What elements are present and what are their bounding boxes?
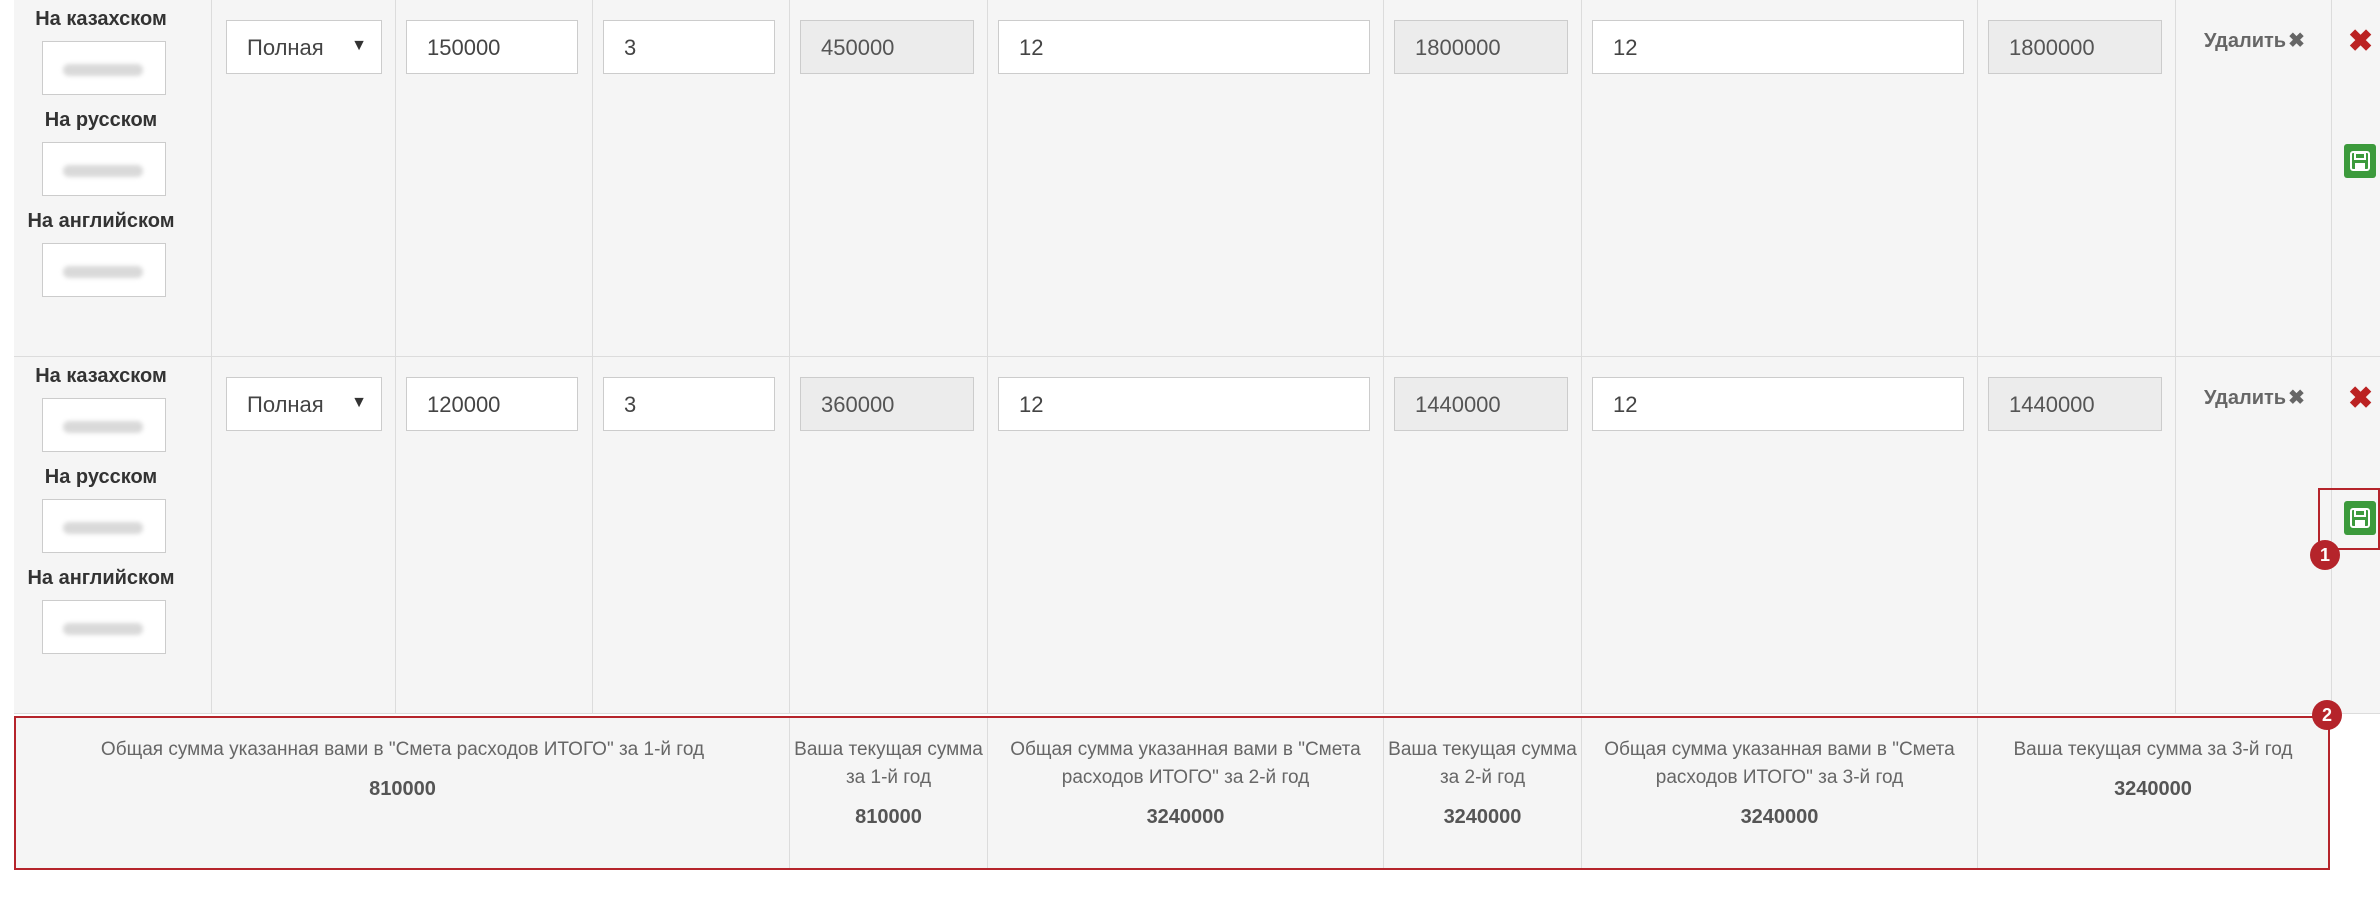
russian-label: На русском xyxy=(44,109,158,131)
year2-current-cell: Ваша текущая сумма за 2-й год 3240000 xyxy=(1384,718,1582,868)
russian-label: На русском xyxy=(44,466,158,488)
remove-row-icon[interactable]: ✖ xyxy=(2348,381,2373,416)
year1-declared-value: 810000 xyxy=(369,778,436,800)
quantity-input[interactable]: 3 xyxy=(603,20,775,74)
type-cell: Полная ▼ xyxy=(212,0,396,356)
year3-total-cell: 1440000 xyxy=(1978,357,2176,713)
table-row: На казахском На русском На английском По… xyxy=(14,0,2380,357)
save-button[interactable] xyxy=(2344,144,2376,178)
translations-cell: На казахском На русском На английском xyxy=(14,0,212,356)
type-cell: Полная ▼ xyxy=(212,357,396,713)
floppy-disk-icon xyxy=(2350,151,2370,171)
type-select-value: Полная xyxy=(247,35,324,60)
english-label: На английском xyxy=(27,567,175,589)
year3-months-input[interactable]: 12 xyxy=(1592,377,1964,431)
year1-total-field: 360000 xyxy=(800,377,974,431)
price-cell: 120000 xyxy=(396,357,593,713)
close-icon: ✖ xyxy=(2288,387,2305,409)
year3-total-cell: 1800000 xyxy=(1978,0,2176,356)
kazakh-label: На казахском xyxy=(35,8,167,30)
type-select-value: Полная xyxy=(247,392,324,417)
year2-declared-value: 3240000 xyxy=(1146,806,1225,828)
delete-cell: Удалить ✖ xyxy=(2176,0,2332,356)
year2-total-field: 1800000 xyxy=(1394,20,1568,74)
chevron-down-icon: ▼ xyxy=(351,37,367,54)
type-select[interactable]: Полная ▼ xyxy=(226,377,382,431)
english-label: На английском xyxy=(27,210,175,232)
step-badge-1: 1 xyxy=(2310,540,2340,570)
year1-total-cell: 450000 xyxy=(790,0,988,356)
russian-name-input[interactable] xyxy=(42,142,166,196)
year3-current-cell: Ваша текущая сумма за 3-й год 3240000 xyxy=(1978,718,2328,868)
summary-panel: Общая сумма указанная вами в "Смета расх… xyxy=(14,716,2330,870)
year1-declared-cell: Общая сумма указанная вами в "Смета расх… xyxy=(16,718,790,868)
chevron-down-icon: ▼ xyxy=(351,394,367,411)
delete-cell: Удалить ✖ xyxy=(2176,357,2332,713)
english-name-input[interactable] xyxy=(42,243,166,297)
year3-total-field: 1440000 xyxy=(1988,377,2162,431)
year3-months-cell: 12 xyxy=(1582,0,1978,356)
year1-total-field: 450000 xyxy=(800,20,974,74)
price-cell: 150000 xyxy=(396,0,593,356)
year3-declared-cell: Общая сумма указанная вами в "Смета расх… xyxy=(1582,718,1978,868)
year2-total-field: 1440000 xyxy=(1394,377,1568,431)
year2-declared-label: Общая сумма указанная вами в "Смета расх… xyxy=(1010,739,1361,788)
year3-months-input[interactable]: 12 xyxy=(1592,20,1964,74)
year2-declared-cell: Общая сумма указанная вами в "Смета расх… xyxy=(988,718,1384,868)
price-input[interactable]: 120000 xyxy=(406,377,578,431)
year3-declared-label: Общая сумма указанная вами в "Смета расх… xyxy=(1604,739,1955,788)
quantity-cell: 3 xyxy=(593,357,790,713)
step-badge-2: 2 xyxy=(2312,700,2342,730)
delete-link[interactable]: Удалить ✖ xyxy=(2204,28,2305,53)
russian-name-input[interactable] xyxy=(42,499,166,553)
close-icon: ✖ xyxy=(2288,30,2305,52)
kazakh-name-input[interactable] xyxy=(42,41,166,95)
year2-months-input[interactable]: 12 xyxy=(998,377,1370,431)
year3-current-value: 3240000 xyxy=(2114,778,2192,800)
year2-total-cell: 1800000 xyxy=(1384,0,1582,356)
table-row: На казахском На русском На английском По… xyxy=(14,357,2380,714)
year1-current-value: 810000 xyxy=(855,806,922,828)
year2-total-cell: 1440000 xyxy=(1384,357,1582,713)
kazakh-label: На казахском xyxy=(35,365,167,387)
year2-months-cell: 12 xyxy=(988,0,1384,356)
year3-declared-value: 3240000 xyxy=(1740,806,1819,828)
year2-current-value: 3240000 xyxy=(1443,806,1522,828)
expense-table: На казахском На русском На английском По… xyxy=(14,0,2380,714)
delete-link-label: Удалить xyxy=(2204,387,2287,409)
price-input[interactable]: 150000 xyxy=(406,20,578,74)
year2-months-input[interactable]: 12 xyxy=(998,20,1370,74)
year1-current-label: Ваша текущая сумма за 1-й год xyxy=(794,739,983,788)
year1-current-cell: Ваша текущая сумма за 1-й год 810000 xyxy=(790,718,988,868)
year2-months-cell: 12 xyxy=(988,357,1384,713)
year3-total-field: 1800000 xyxy=(1988,20,2162,74)
actions-cell: ✖ xyxy=(2332,0,2380,356)
year2-current-label: Ваша текущая сумма за 2-й год xyxy=(1388,739,1577,788)
year3-current-label: Ваша текущая сумма за 3-й год xyxy=(2013,739,2293,760)
year1-declared-label: Общая сумма указанная вами в "Смета расх… xyxy=(100,739,705,760)
delete-link-label: Удалить xyxy=(2204,30,2287,52)
delete-link[interactable]: Удалить ✖ xyxy=(2204,385,2305,410)
kazakh-name-input[interactable] xyxy=(42,398,166,452)
quantity-cell: 3 xyxy=(593,0,790,356)
english-name-input[interactable] xyxy=(42,600,166,654)
year1-total-cell: 360000 xyxy=(790,357,988,713)
quantity-input[interactable]: 3 xyxy=(603,377,775,431)
translations-cell: На казахском На русском На английском xyxy=(14,357,212,713)
year3-months-cell: 12 xyxy=(1582,357,1978,713)
remove-row-icon[interactable]: ✖ xyxy=(2348,24,2373,59)
type-select[interactable]: Полная ▼ xyxy=(226,20,382,74)
